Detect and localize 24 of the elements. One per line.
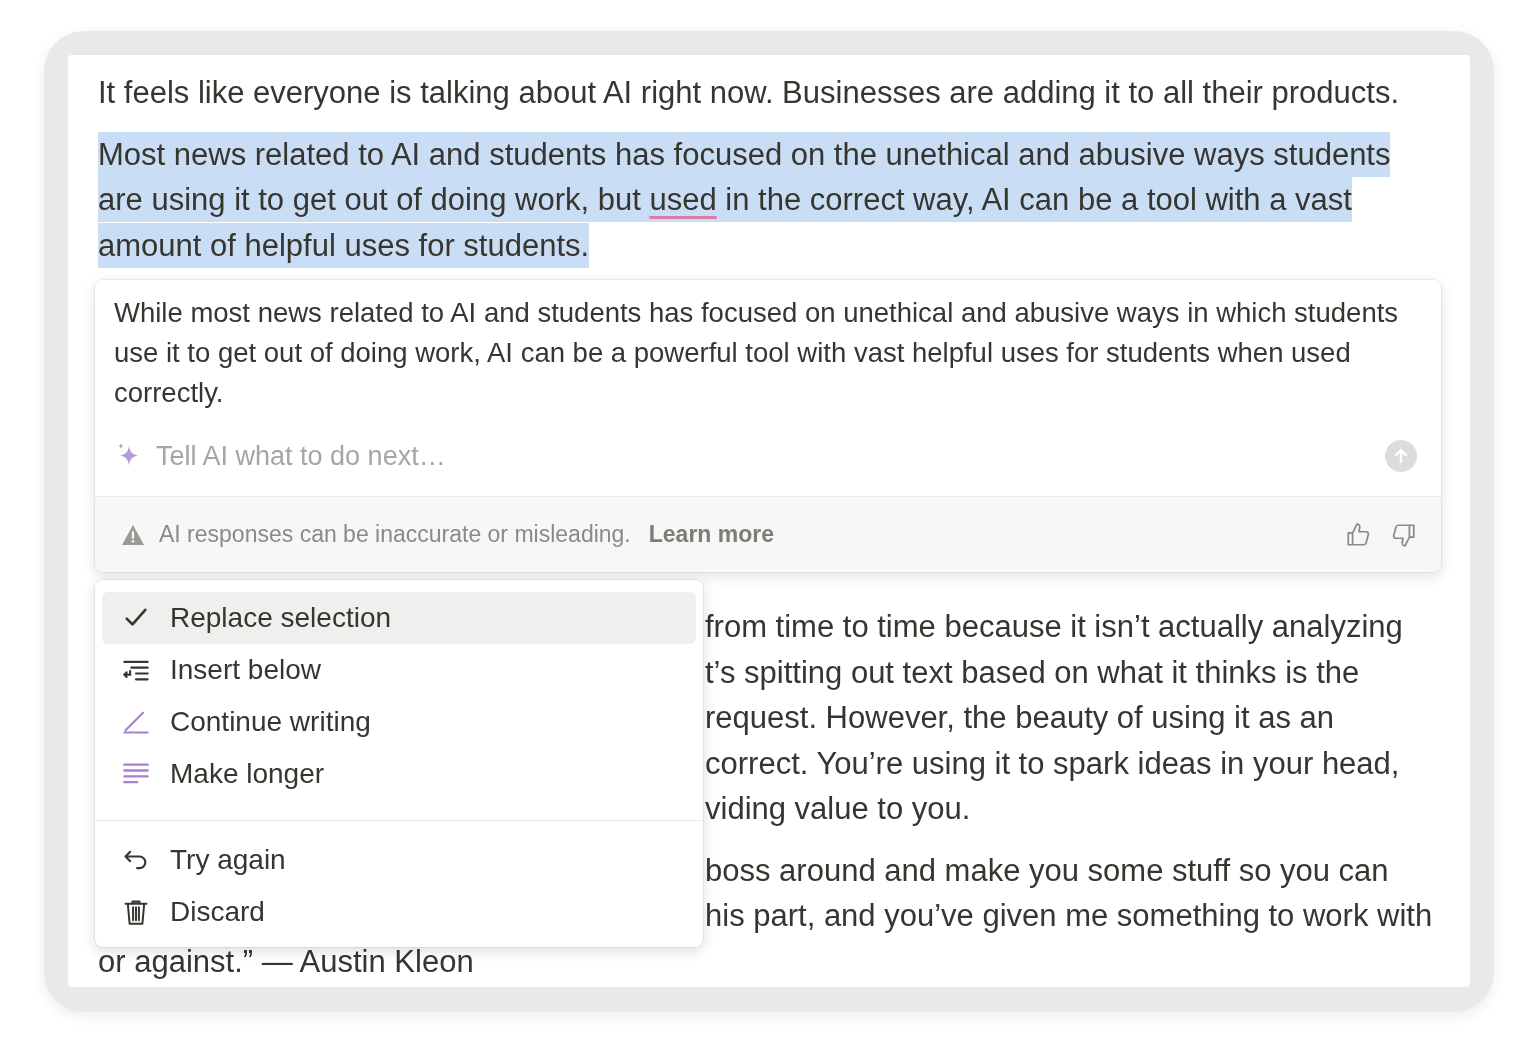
- paragraph: It feels like everyone is talking about AI right now. Businesses are adding it to all their products.: [98, 74, 1400, 112]
- disclaimer-text: AI responses can be inaccurate or misleading.: [159, 521, 631, 548]
- learn-more-link[interactable]: Learn more: [648, 521, 775, 548]
- text-line: request. However, the beauty of using it as an: [705, 699, 1335, 737]
- arrow-up-icon: [1392, 447, 1410, 465]
- text-line: or against.” — Austin Kleon: [98, 942, 475, 981]
- warning-icon: [121, 523, 145, 546]
- trash-icon: [122, 898, 150, 926]
- menu-item[interactable]: Discard: [102, 886, 696, 938]
- thumbs-down-icon[interactable]: [1391, 521, 1417, 548]
- menu-item[interactable]: Replace selection: [102, 592, 696, 644]
- menu-item[interactable]: Try again: [102, 834, 696, 886]
- text-line: t’s spitting out text based on what it thinks is the: [705, 653, 1361, 692]
- menu-item[interactable]: Continue writing: [102, 696, 696, 748]
- text-line: correct. You’re using it to spark ideas in your head,: [705, 744, 1401, 783]
- text-line: from time to time because it isn’t actually analyzing: [705, 608, 1404, 646]
- prompt-field[interactable]: Tell AI what to do next…: [154, 439, 1373, 473]
- ai-response-text: While most news related to AI and students has focused on unethical and abusive ways in which students use it to get out of doing work, AI can be a powerful tool with vast helpful uses for students when used correctly.: [113, 296, 1400, 410]
- thumbs-up-icon[interactable]: [1345, 521, 1371, 548]
- text-line: viding value to you.: [705, 790, 972, 828]
- text-line: boss around and make you some stuff so you can: [705, 851, 1390, 890]
- menu-item[interactable]: Make longer: [102, 748, 696, 800]
- text-line: his part, and you’ve given me something to work with: [705, 897, 1434, 935]
- menu-item[interactable]: Insert below: [102, 644, 696, 696]
